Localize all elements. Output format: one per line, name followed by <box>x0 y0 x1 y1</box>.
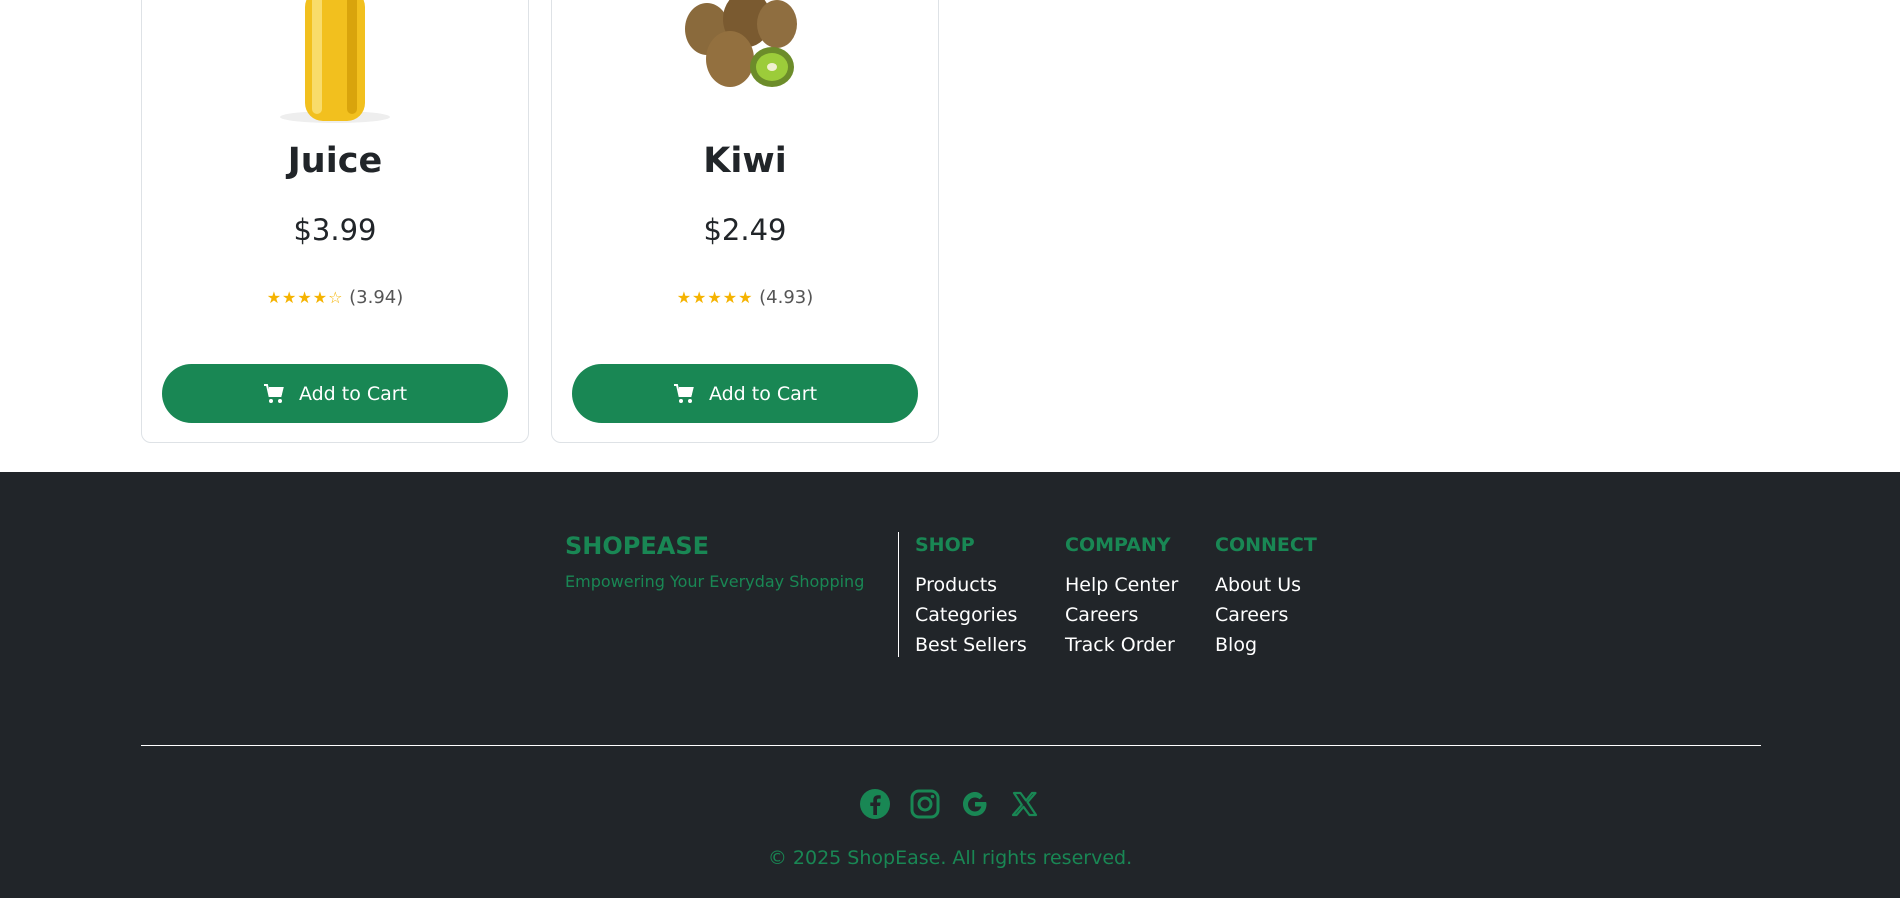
product-card-juice[interactable]: Juice $3.99 ★★★★☆ (3.94) Add to Cart <box>141 0 529 443</box>
footer-horizontal-rule <box>141 745 1761 746</box>
product-price: $2.49 <box>703 213 787 247</box>
footer-column-shop: SHOP Products Categories Best Sellers <box>915 534 1027 660</box>
cart-icon <box>263 383 284 403</box>
column-title: SHOP <box>915 534 975 556</box>
add-to-cart-label: Add to Cart <box>708 382 818 405</box>
rating-value: (3.94) <box>349 287 404 308</box>
footer-link-about-us[interactable]: About Us <box>1215 570 1317 600</box>
footer-divider <box>898 532 899 657</box>
footer-link-categories[interactable]: Categories <box>915 600 1027 630</box>
product-name: Kiwi <box>703 141 787 181</box>
product-rating: ★★★★★ (4.93) <box>552 287 938 308</box>
footer-column-company: COMPANY Help Center Careers Track Order <box>1065 534 1178 660</box>
column-title: COMPANY <box>1065 534 1171 556</box>
product-price: $3.99 <box>293 213 377 247</box>
social-links <box>0 788 1900 820</box>
footer-link-track-order[interactable]: Track Order <box>1065 630 1178 660</box>
add-to-cart-button[interactable]: Add to Cart <box>572 364 918 423</box>
site-footer: SHOPEASE Empowering Your Everyday Shoppi… <box>0 472 1900 898</box>
footer-link-products[interactable]: Products <box>915 570 1027 600</box>
product-name: Juice <box>287 141 383 181</box>
juice-image <box>142 0 528 136</box>
footer-link-blog[interactable]: Blog <box>1215 630 1317 660</box>
footer-brand: SHOPEASE Empowering Your Everyday Shoppi… <box>565 532 864 591</box>
brand-title: SHOPEASE <box>565 532 710 560</box>
footer-column-connect: CONNECT About Us Careers Blog <box>1215 534 1317 660</box>
add-to-cart-button[interactable]: Add to Cart <box>162 364 508 423</box>
copyright-text: © 2025 ShopEase. All rights reserved. <box>767 847 1133 869</box>
product-grid: Juice $3.99 ★★★★☆ (3.94) Add to Cart Kiw… <box>0 0 1900 472</box>
product-card-kiwi[interactable]: Kiwi $2.49 ★★★★★ (4.93) Add to Cart <box>551 0 939 443</box>
star-icons: ★★★★★ <box>676 288 754 307</box>
facebook-icon[interactable] <box>859 788 891 820</box>
product-rating: ★★★★☆ (3.94) <box>142 287 528 308</box>
rating-value: (4.93) <box>759 287 814 308</box>
footer-link-best-sellers[interactable]: Best Sellers <box>915 630 1027 660</box>
column-title: CONNECT <box>1215 534 1317 556</box>
cart-icon <box>673 383 694 403</box>
footer-link-careers[interactable]: Careers <box>1215 600 1317 630</box>
star-icons: ★★★★☆ <box>266 288 344 307</box>
kiwi-image <box>552 0 938 136</box>
add-to-cart-label: Add to Cart <box>298 382 408 405</box>
google-icon[interactable] <box>959 788 991 820</box>
instagram-icon[interactable] <box>909 788 941 820</box>
brand-tagline: Empowering Your Everyday Shopping <box>565 572 865 591</box>
footer-link-careers[interactable]: Careers <box>1065 600 1178 630</box>
x-icon[interactable] <box>1009 788 1041 820</box>
footer-link-help-center[interactable]: Help Center <box>1065 570 1178 600</box>
